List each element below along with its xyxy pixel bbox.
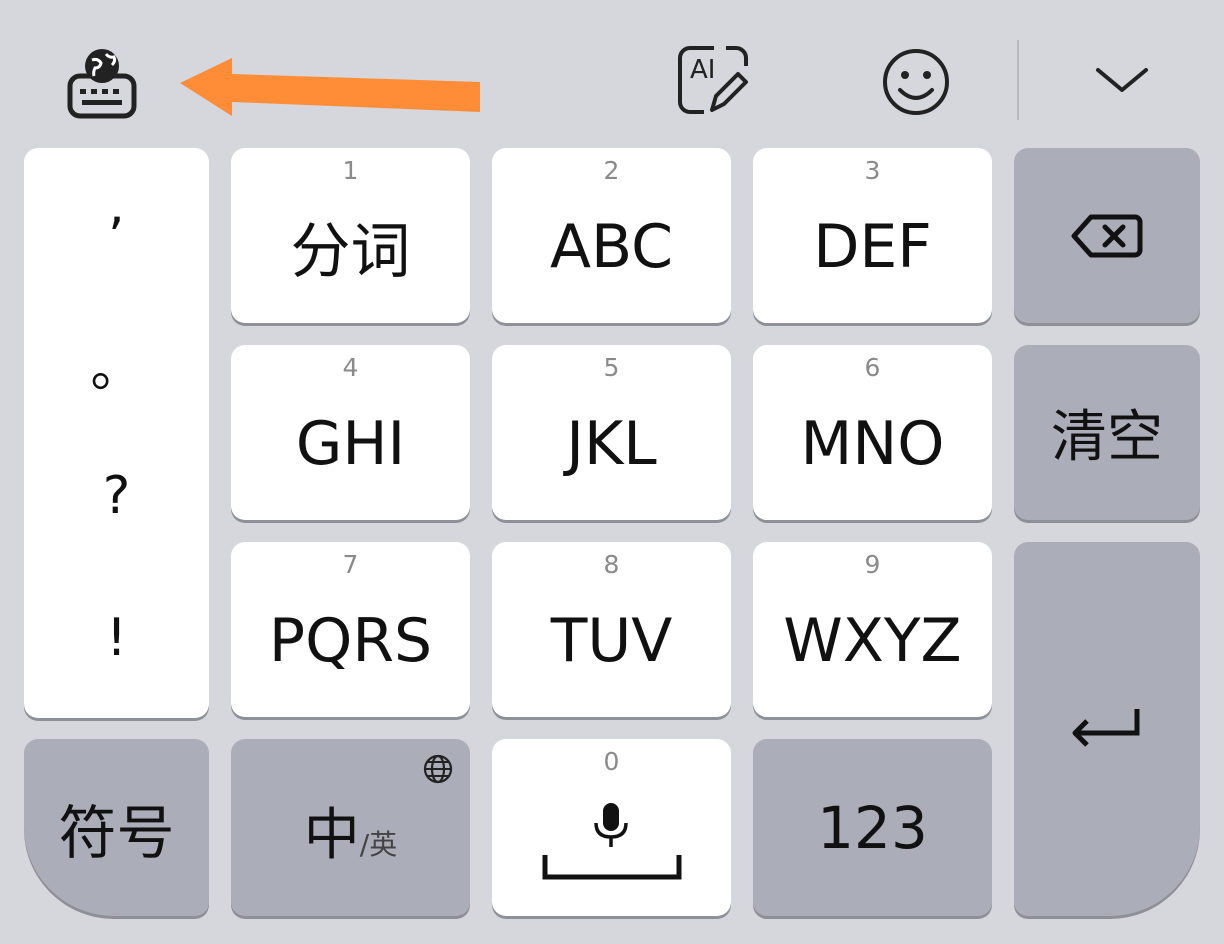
punct-comma-key[interactable]: , (24, 176, 209, 236)
key-8[interactable]: 8 TUV (492, 542, 731, 717)
key-label: PQRS (268, 605, 433, 676)
key-3[interactable]: 3 DEF (753, 148, 992, 323)
key-label: ABC (549, 211, 674, 282)
globe-icon (423, 754, 453, 784)
symbols-label: 符号 (58, 798, 175, 867)
key-number: 4 (342, 353, 359, 382)
enter-key[interactable] (1014, 542, 1200, 916)
chevron-down-icon (1096, 68, 1148, 92)
key-label: MNO (800, 408, 945, 479)
emoji-button[interactable] (876, 42, 956, 122)
key-number: 6 (864, 353, 881, 382)
symbols-key[interactable]: 符号 (24, 739, 209, 916)
key-4[interactable]: 4 GHI (231, 345, 470, 520)
key-number: 1 (342, 156, 359, 185)
numbers-label: 123 (817, 793, 928, 862)
key-number: 2 (603, 156, 620, 185)
smiley-icon (883, 49, 949, 115)
key-label: GHI (295, 408, 406, 479)
key-number: 0 (603, 747, 620, 776)
punct-question-key[interactable]: ? (24, 466, 209, 526)
key-6[interactable]: 6 MNO (753, 345, 992, 520)
key-2[interactable]: 2 ABC (492, 148, 731, 323)
collapse-keyboard-button[interactable] (1080, 50, 1164, 110)
key-label: JKL (566, 408, 657, 479)
key-label: TUV (550, 605, 673, 676)
clear-label: 清空 (1051, 405, 1163, 470)
key-5[interactable]: 5 JKL (492, 345, 731, 520)
punct-exclamation-key[interactable]: ! (24, 608, 209, 668)
backspace-icon (1071, 214, 1143, 257)
key-number: 8 (603, 550, 620, 579)
ai-write-icon: AI (678, 46, 748, 114)
key-label: DEF (813, 211, 932, 282)
keyboard-globe-icon (67, 49, 137, 119)
microphone-icon (594, 803, 628, 847)
key-number: 7 (342, 550, 359, 579)
language-label: 中 /英 (304, 790, 397, 871)
key-7[interactable]: 7 PQRS (231, 542, 470, 717)
keyboard-settings-button[interactable] (60, 40, 144, 124)
key-number: 9 (864, 550, 881, 579)
numbers-key[interactable]: 123 (753, 739, 992, 916)
keyboard-toolbar: AI (0, 0, 1224, 140)
enter-icon (1072, 709, 1140, 747)
key-1[interactable]: 1 分词 (231, 148, 470, 323)
svg-text:AI: AI (690, 55, 715, 85)
space-bar-icon (542, 855, 682, 880)
ai-write-button[interactable]: AI (672, 40, 756, 120)
space-key[interactable]: 0 (492, 739, 731, 916)
key-label: 分词 (290, 217, 411, 287)
punctuation-column: , 。 ? ! (24, 148, 209, 718)
language-switch-key[interactable]: 中 /英 (231, 739, 470, 916)
orange-arrow-annotation (180, 58, 480, 116)
key-label: WXYZ (783, 605, 962, 676)
language-sub: /英 (359, 828, 398, 861)
punct-period-key[interactable]: 。 (24, 326, 209, 401)
key-9[interactable]: 9 WXYZ (753, 542, 992, 717)
toolbar-divider (1017, 40, 1019, 120)
key-number: 5 (603, 353, 620, 382)
key-number: 3 (864, 156, 881, 185)
language-main: 中 (303, 803, 360, 868)
clear-key[interactable]: 清空 (1014, 345, 1200, 520)
backspace-key[interactable] (1014, 148, 1200, 323)
